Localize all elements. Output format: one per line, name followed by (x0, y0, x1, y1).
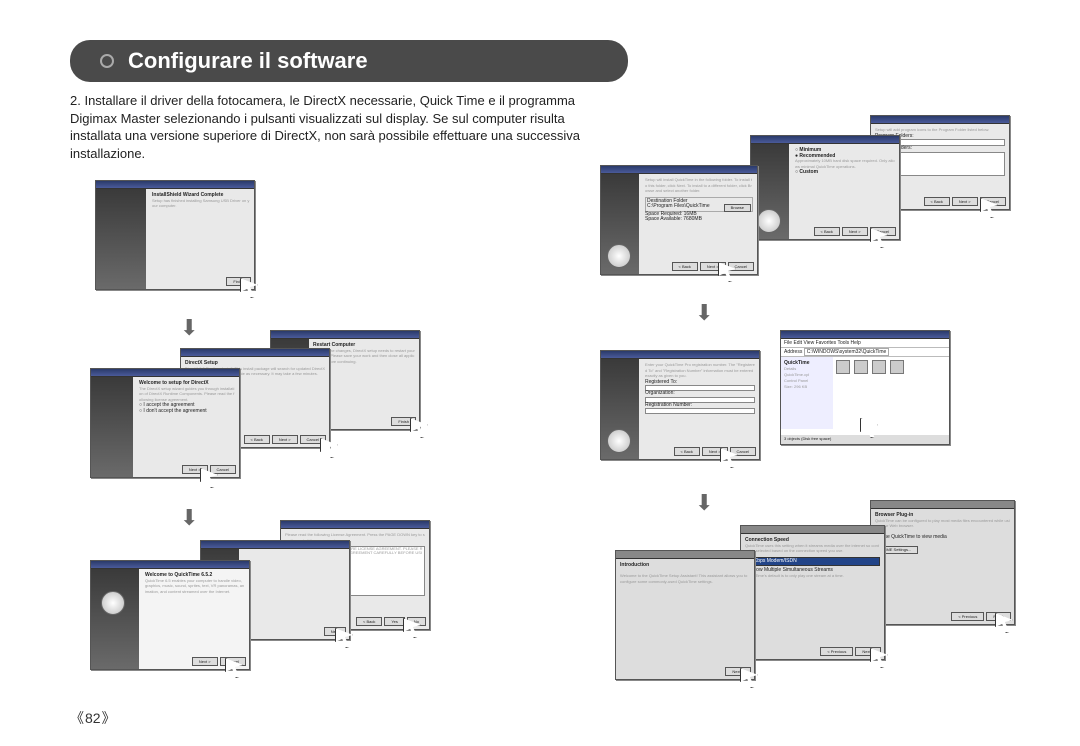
next-button[interactable]: Next > (192, 657, 218, 666)
file-icon[interactable] (836, 360, 850, 374)
desc: QuickTime's default is to only play one … (745, 573, 844, 578)
text: The DirectX setup wizard guides you thro… (139, 386, 234, 402)
desc: Approximately 10MB hard disk space requi… (795, 158, 895, 169)
decline[interactable]: I don't accept the agreement (143, 408, 206, 414)
file-icon[interactable] (872, 360, 886, 374)
back-button[interactable]: < Back (814, 227, 840, 236)
down-arrow-icon: ⬇ (695, 490, 707, 512)
body-paragraph: 2. Installare il driver della fotocamera… (70, 92, 590, 162)
text: Setup will add program icons to the Prog… (875, 127, 989, 132)
address-path[interactable]: C:\WINDOWS\system32\QuickTime (804, 348, 890, 356)
text: Welcome to the QuickTime Setup Assistant… (620, 573, 747, 584)
prev-button[interactable]: < Previous (820, 647, 853, 656)
down-arrow-icon: ⬇ (180, 315, 192, 337)
field-label: Registration Number: (645, 402, 692, 408)
text: QuickTime 6.5 enables your computer to h… (145, 578, 244, 594)
next-button[interactable]: Next > (952, 197, 978, 206)
screenshot-qt-installtype: ○ Minimum● RecommendedApproximately 10MB… (750, 135, 900, 240)
cancel-button[interactable]: Cancel (210, 465, 236, 474)
back-button[interactable]: < Back (924, 197, 950, 206)
opt-custom[interactable]: Custom (799, 169, 818, 175)
screenshot-qt-browser-plugin: Browser Plug-inQuickTime can be configur… (870, 500, 1015, 625)
page-number-value: 82 (85, 710, 101, 726)
body-text: 2. Installare il driver della fotocamera… (70, 93, 580, 161)
page-title: Configurare il software (70, 40, 628, 82)
text: Setup has finished installing Samsung US… (152, 198, 249, 209)
quicktime-icon (101, 591, 125, 615)
screenshot-installshield: InstallShield Wizard Complete Setup has … (95, 180, 255, 290)
address-label: Address (784, 349, 802, 355)
file-icon[interactable] (854, 360, 868, 374)
file-icon[interactable] (890, 360, 904, 374)
next-button[interactable]: Next > (272, 435, 298, 444)
text: QuickTime can be configured to play most… (875, 518, 1010, 529)
text: Setup will install QuickTime in the foll… (645, 177, 752, 193)
quicktime-icon (757, 209, 781, 233)
browse-button[interactable]: Browse (724, 204, 751, 212)
yes-button[interactable]: Yes (384, 617, 405, 626)
prev-button[interactable]: < Previous (951, 612, 984, 621)
back-button[interactable]: < Back (674, 447, 700, 456)
back-button[interactable]: < Back (672, 262, 698, 271)
screenshot-qt-intro: Introduction Welcome to the QuickTime Set… (615, 550, 755, 680)
screenshot-qt-destination: Setup will install QuickTime in the foll… (600, 165, 758, 275)
text: Enter your QuickTime Pro registration nu… (645, 362, 755, 378)
heading: Introduction (620, 562, 649, 568)
screenshot-qt-registration: Enter your QuickTime Pro registration nu… (600, 350, 760, 460)
quicktime-icon (607, 429, 631, 453)
field-label: Organization: (645, 390, 675, 396)
menu-bar[interactable]: File Edit View Favorites Tools Help (781, 339, 949, 348)
space-avail: Space Available: (645, 216, 682, 222)
screenshot-qt-connection-speed: Connection SpeedQuickTime uses this sett… (740, 525, 885, 660)
details: DetailsQuickTime.cplControl PanelSize: 2… (784, 366, 809, 389)
screenshot-qt-welcome: Welcome to QuickTime 6.5.2QuickTime 6.5 … (90, 560, 250, 670)
regnum-input[interactable] (645, 408, 755, 414)
field-label: Registered To: (645, 379, 677, 385)
title-text: Configurare il software (128, 48, 368, 74)
page-number: 82 (70, 708, 116, 728)
next-button[interactable]: Next > (842, 227, 868, 236)
text: QuickTime uses this setting when it stre… (745, 543, 879, 554)
speed-dropdown[interactable]: 56 Kbps Modem/ISDN (745, 557, 880, 567)
back-button[interactable]: < Back (244, 435, 270, 444)
screenshot-directx-welcome: Welcome to setup for DirectXThe DirectX … (90, 368, 240, 478)
quicktime-icon (607, 244, 631, 268)
back-button[interactable]: < Back (356, 617, 382, 626)
checkbox[interactable]: Use QuickTime to view media (881, 534, 947, 540)
status-bar: 3 objects (Disk free space) (781, 435, 949, 444)
down-arrow-icon: ⬇ (180, 505, 192, 527)
dest-path: C:\Program Files\QuickTime (647, 203, 710, 209)
down-arrow-icon: ⬇ (695, 300, 707, 322)
